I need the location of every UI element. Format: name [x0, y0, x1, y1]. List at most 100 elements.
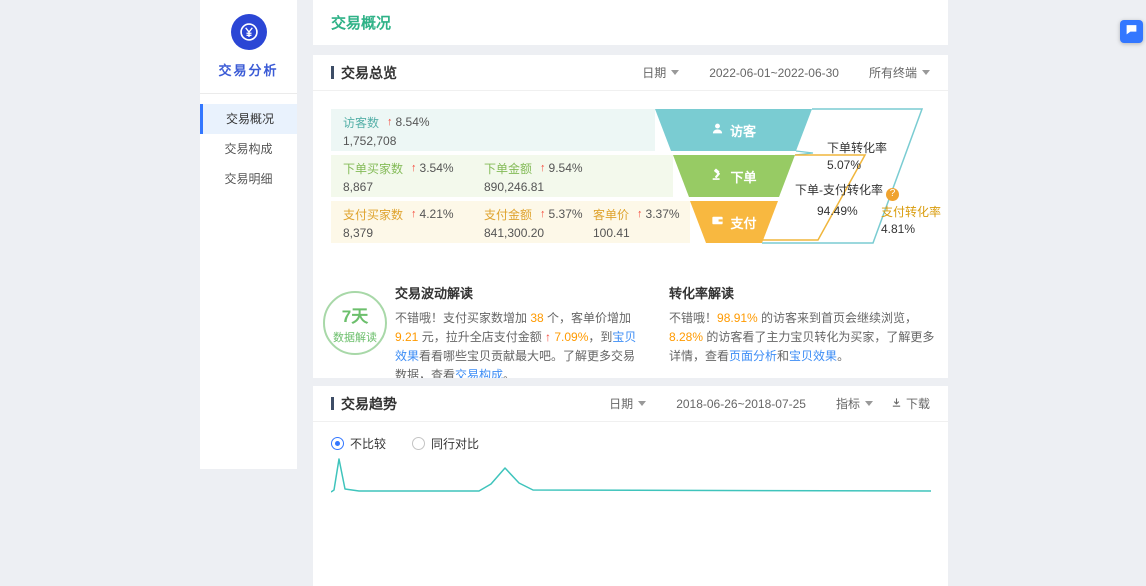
- highlight-number: 9.21: [395, 330, 418, 344]
- text-segment: 不错哦！: [669, 311, 717, 325]
- text-segment: 的访客来到首页会继续浏览，: [758, 311, 917, 325]
- date-range-picker[interactable]: 2022-06-01~2022-06-30: [709, 66, 839, 80]
- seven-day-badge: 7天 数据解读: [323, 291, 387, 355]
- up-arrow-icon: ↑: [387, 116, 393, 128]
- up-arrow-icon: ↑: [411, 162, 417, 174]
- link-trade-composition[interactable]: 交易构成: [455, 368, 503, 378]
- metric-value: 841,300.20: [484, 226, 583, 240]
- conversion-label: 下单转化率: [827, 141, 887, 155]
- trend-date-range-picker[interactable]: 2018-06-26~2018-07-25: [676, 397, 806, 411]
- radio-dot-icon: [331, 437, 344, 450]
- gavel-icon: [711, 168, 724, 184]
- highlight-number: 8.28%: [669, 330, 703, 344]
- insight-section: 7天 数据解读 交易波动解读 不错哦！支付买家数增加 38 个，客单价增加 9.…: [313, 283, 948, 378]
- overview-section-title: 交易总览: [331, 63, 397, 83]
- sidebar-item-trade-composition[interactable]: 交易构成: [200, 134, 297, 164]
- sidebar-item-label: 交易概况: [226, 112, 274, 126]
- trend-line-chart: [331, 456, 931, 496]
- link-item-effect[interactable]: 宝贝效果: [789, 349, 837, 363]
- section-title-bar: [331, 397, 334, 410]
- date-filter-dropdown[interactable]: 日期: [642, 64, 679, 81]
- terminal-filter-dropdown[interactable]: 所有终端: [869, 64, 930, 81]
- metric-delta: 8.54%: [396, 115, 430, 129]
- highlight-number: 7.09%: [551, 330, 588, 344]
- terminal-filter-label: 所有终端: [869, 64, 917, 81]
- metric-pay-amount: 支付金额 ↑ 5.37% 841,300.20: [484, 206, 583, 240]
- conversion-insight-title: 转化率解读: [669, 283, 935, 302]
- funnel-stage-label: 下单: [730, 167, 756, 186]
- overview-title-text: 交易总览: [341, 63, 397, 83]
- wallet-icon: [711, 214, 724, 230]
- metric-delta: 5.37%: [549, 207, 583, 221]
- download-icon: [891, 397, 902, 411]
- text-segment: 不错哦！支付买家数增加: [395, 311, 530, 325]
- metric-delta: 3.37%: [646, 207, 680, 221]
- chat-bubble-icon: [1125, 23, 1138, 41]
- metric-value: 8,867: [343, 180, 454, 194]
- overview-filters: 日期 2022-06-01~2022-06-30 所有终端: [642, 64, 930, 81]
- sidebar-item-trade-detail[interactable]: 交易明细: [200, 164, 297, 194]
- text-segment: 元，拉升全店支付金额: [418, 330, 545, 344]
- metric-avg-order-value: 客单价 ↑ 3.37% 100.41: [593, 206, 680, 240]
- trend-title-text: 交易趋势: [341, 394, 397, 414]
- sidebar-item-trade-overview[interactable]: 交易概况: [200, 104, 297, 134]
- page-title: 交易概况: [331, 12, 391, 33]
- chevron-down-icon: [865, 401, 873, 406]
- sidebar-divider: [200, 93, 297, 94]
- sidebar-logo-title: 交易分析: [200, 60, 297, 79]
- metric-value: 8,379: [343, 226, 454, 240]
- conversion-insight-text: 不错哦！98.91% 的访客来到首页会继续浏览，8.28% 的访客看了主力宝贝转…: [669, 309, 935, 366]
- funnel-stage-pay: 支付: [690, 201, 778, 243]
- main-content: 交易概况 交易总览 日期 2022-06-01~2022-06-30: [313, 0, 948, 586]
- page-header: 交易概况: [313, 0, 948, 45]
- conversion-insight: 转化率解读 不错哦！98.91% 的访客来到首页会继续浏览，8.28% 的访客看…: [669, 283, 935, 378]
- funnel-stage-label: 访客: [730, 121, 756, 140]
- coin-icon: [231, 14, 267, 50]
- fluctuation-title: 交易波动解读: [395, 283, 643, 302]
- highlight-number: 98.91%: [717, 311, 758, 325]
- trend-filters: 日期 2018-06-26~2018-07-25 指标 下载: [609, 395, 930, 412]
- up-arrow-icon: ↑: [540, 162, 546, 174]
- conversion-order-rate: 下单转化率 5.07%: [827, 141, 887, 172]
- metric-label: 客单价: [593, 206, 629, 223]
- logo-area: 交易分析: [200, 0, 297, 79]
- chevron-down-icon: [671, 70, 679, 75]
- trend-section-title: 交易趋势: [331, 394, 397, 414]
- text-segment: 。: [837, 349, 849, 363]
- sidebar-item-label: 交易明细: [224, 172, 272, 186]
- text-segment: 。: [503, 368, 515, 378]
- metric-value: 890,246.81: [484, 180, 583, 194]
- link-page-analysis[interactable]: 页面分析: [729, 349, 777, 363]
- chevron-down-icon: [638, 401, 646, 406]
- up-arrow-icon: ↑: [411, 208, 417, 220]
- user-icon: [711, 122, 724, 138]
- date-filter-label: 日期: [642, 64, 666, 81]
- question-circle-icon[interactable]: ?: [886, 188, 899, 201]
- text-segment: 和: [777, 349, 789, 363]
- up-arrow-icon: ↑: [637, 208, 643, 220]
- chevron-down-icon: [922, 70, 930, 75]
- metric-label: 下单金额: [484, 160, 532, 177]
- funnel-stage-order: 下单: [673, 155, 795, 197]
- text-segment: ，到: [588, 330, 612, 344]
- feedback-button[interactable]: [1120, 20, 1143, 43]
- radio-no-compare[interactable]: 不比较: [331, 435, 386, 452]
- radio-label: 不比较: [350, 435, 386, 452]
- metric-filter-label: 指标: [836, 395, 860, 412]
- trend-date-filter-dropdown[interactable]: 日期: [609, 395, 646, 412]
- metric-label: 支付金额: [484, 206, 532, 223]
- funnel-area: 访客数 ↑ 8.54% 1,752,708 下单买家数 ↑ 3.54%: [313, 91, 948, 261]
- trend-card-header: 交易趋势 日期 2018-06-26~2018-07-25 指标: [313, 386, 948, 422]
- radio-label: 同行对比: [431, 435, 479, 452]
- radio-peer-compare[interactable]: 同行对比: [412, 435, 479, 452]
- conversion-pay-rate: 支付转化率 4.81%: [881, 205, 941, 236]
- metric-filter-dropdown[interactable]: 指标: [836, 395, 873, 412]
- sidebar-nav: 交易概况 交易构成 交易明细: [200, 104, 297, 194]
- metric-label: 支付买家数: [343, 206, 403, 223]
- trend-card: 交易趋势 日期 2018-06-26~2018-07-25 指标: [313, 386, 948, 586]
- metric-delta: 4.21%: [420, 207, 454, 221]
- download-button[interactable]: 下载: [891, 395, 930, 412]
- date-range-value: 2018-06-26~2018-07-25: [676, 397, 806, 411]
- conversion-value: 5.07%: [827, 158, 887, 172]
- funnel-stage-label: 支付: [730, 213, 756, 232]
